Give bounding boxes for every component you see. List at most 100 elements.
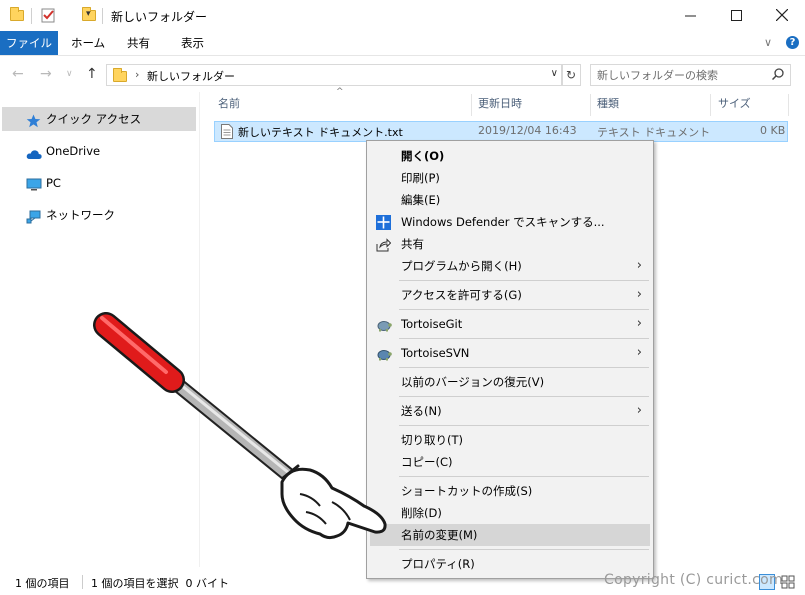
tortoisesvn-icon <box>376 346 392 361</box>
maximize-button[interactable] <box>713 0 759 31</box>
menu-separator <box>399 280 649 281</box>
menu-item-open[interactable]: 開く(O) <box>370 145 650 167</box>
menu-item-label: 削除(D) <box>401 506 442 520</box>
copyright-watermark: Copyright (C) curict.com <box>604 572 783 588</box>
file-type: テキスト ドキュメント <box>597 126 711 139</box>
navigation-pane: クイック アクセス OneDrive PC ネットワーク <box>0 92 200 567</box>
forward-arrow-icon[interactable]: → <box>40 66 52 82</box>
chevron-down-icon[interactable]: ∨ <box>764 36 772 49</box>
share-icon <box>376 237 392 252</box>
item-count: 1 個の項目 <box>15 577 70 590</box>
menu-item-open-with[interactable]: プログラムから開く(H) › <box>370 255 650 277</box>
defender-icon <box>376 215 391 230</box>
column-header-name[interactable]: 名前 <box>218 92 240 116</box>
divider <box>31 8 32 24</box>
refresh-icon: ↻ <box>565 68 577 82</box>
menu-separator <box>399 367 649 368</box>
menu-item-share[interactable]: 共有 <box>370 233 650 255</box>
close-button[interactable] <box>759 0 805 31</box>
folder-icon <box>113 68 127 82</box>
menu-item-tortoisegit[interactable]: TortoiseGit › <box>370 313 650 335</box>
tab-file[interactable]: ファイル <box>0 31 58 55</box>
divider <box>82 575 83 589</box>
chevron-right-icon: › <box>636 403 642 418</box>
sidebar-item-label: クイック アクセス <box>46 112 142 126</box>
menu-item-defender-scan[interactable]: Windows Defender でスキャンする... <box>370 211 650 233</box>
column-divider[interactable] <box>590 94 591 116</box>
selection-status: 1 個の項目を選択 0 バイト <box>91 577 229 590</box>
refresh-button[interactable]: ↻ <box>561 64 581 86</box>
maximize-icon <box>730 7 742 25</box>
breadcrumb[interactable]: 新しいフォルダー <box>147 68 235 84</box>
menu-item-print[interactable]: 印刷(P) <box>370 167 650 189</box>
menu-item-rename[interactable]: 名前の変更(M) <box>370 524 650 546</box>
column-header-type[interactable]: 種類 <box>597 92 619 116</box>
recent-locations-icon[interactable]: ∨ <box>66 69 73 79</box>
context-menu: 開く(O) 印刷(P) 編集(E) Windows Defender でスキャン… <box>366 140 654 579</box>
sidebar-item-onedrive[interactable]: OneDrive <box>2 139 196 163</box>
column-header-modified[interactable]: 更新日時 <box>478 92 522 116</box>
menu-item-label: 以前のバージョンの復元(V) <box>401 375 545 389</box>
navigation-bar: ← → ∨ ↑ › 新しいフォルダー ∨ ↻ <box>0 56 805 92</box>
ribbon-tabs: ファイル ホーム 共有 表示 ∨ ? <box>0 31 805 56</box>
sidebar-item-network[interactable]: ネットワーク <box>2 203 196 227</box>
tortoisegit-icon <box>376 317 392 332</box>
column-header-size[interactable]: サイズ <box>718 92 751 116</box>
search-input[interactable] <box>597 67 767 83</box>
breadcrumb-separator-icon[interactable]: › <box>135 68 139 81</box>
help-icon[interactable]: ? <box>786 36 799 49</box>
menu-separator <box>399 476 649 477</box>
menu-item-give-access[interactable]: アクセスを許可する(G) › <box>370 284 650 306</box>
chevron-down-icon[interactable]: ∨ <box>551 68 558 79</box>
menu-item-delete[interactable]: 削除(D) <box>370 502 650 524</box>
chevron-right-icon: › <box>636 345 642 360</box>
sidebar-item-pc[interactable]: PC <box>2 171 196 195</box>
customize-toolbar-icon[interactable]: ▾ <box>86 9 91 19</box>
up-arrow-icon[interactable]: ↑ <box>86 66 98 82</box>
file-size: 0 KB <box>760 124 786 137</box>
sidebar-item-label: PC <box>46 176 61 190</box>
menu-item-label: 編集(E) <box>401 193 441 207</box>
properties-icon[interactable] <box>41 7 56 26</box>
title-bar: ▾ 新しいフォルダー <box>0 0 805 31</box>
menu-item-tortoisesvn[interactable]: TortoiseSVN › <box>370 342 650 364</box>
tab-share[interactable]: 共有 <box>116 31 161 55</box>
menu-item-label: プロパティ(R) <box>401 557 475 571</box>
back-arrow-icon[interactable]: ← <box>12 66 24 82</box>
menu-item-cut[interactable]: 切り取り(T) <box>370 429 650 451</box>
column-divider[interactable] <box>471 94 472 116</box>
sort-ascending-icon: ^ <box>336 87 344 97</box>
minimize-button[interactable] <box>667 0 713 31</box>
column-divider[interactable] <box>710 94 711 116</box>
text-file-icon <box>221 124 233 142</box>
file-name[interactable]: 新しいテキスト ドキュメント.txt <box>238 124 403 140</box>
menu-separator <box>399 396 649 397</box>
window-title: 新しいフォルダー <box>111 10 208 24</box>
menu-item-restore-previous-versions[interactable]: 以前のバージョンの復元(V) <box>370 371 650 393</box>
tab-view[interactable]: 表示 <box>170 31 215 55</box>
tab-home[interactable]: ホーム <box>60 31 116 55</box>
chevron-right-icon: › <box>636 316 642 331</box>
column-divider[interactable] <box>788 94 789 116</box>
search-icon[interactable] <box>771 68 784 83</box>
network-icon <box>26 208 41 224</box>
menu-item-copy[interactable]: コピー(C) <box>370 451 650 473</box>
minimize-icon <box>684 7 696 25</box>
menu-item-label: 名前の変更(M) <box>401 528 478 542</box>
menu-separator <box>399 338 649 339</box>
menu-separator <box>399 309 649 310</box>
chevron-right-icon: › <box>636 287 642 302</box>
sidebar-item-label: ネットワーク <box>46 208 115 222</box>
sidebar-item-quick-access[interactable]: クイック アクセス <box>2 107 196 131</box>
address-bar[interactable]: › 新しいフォルダー ∨ <box>106 64 563 86</box>
table-row[interactable]: 新しいテキスト ドキュメント.txt 2019/12/04 16:43 テキスト… <box>214 121 788 142</box>
menu-separator <box>399 425 649 426</box>
menu-item-create-shortcut[interactable]: ショートカットの作成(S) <box>370 480 650 502</box>
star-icon <box>26 112 41 128</box>
close-icon <box>775 7 789 25</box>
menu-item-label: プログラムから開く(H) <box>401 259 522 273</box>
search-box[interactable] <box>590 64 791 86</box>
menu-item-send-to[interactable]: 送る(N) › <box>370 400 650 422</box>
menu-item-edit[interactable]: 編集(E) <box>370 189 650 211</box>
divider <box>102 8 103 24</box>
